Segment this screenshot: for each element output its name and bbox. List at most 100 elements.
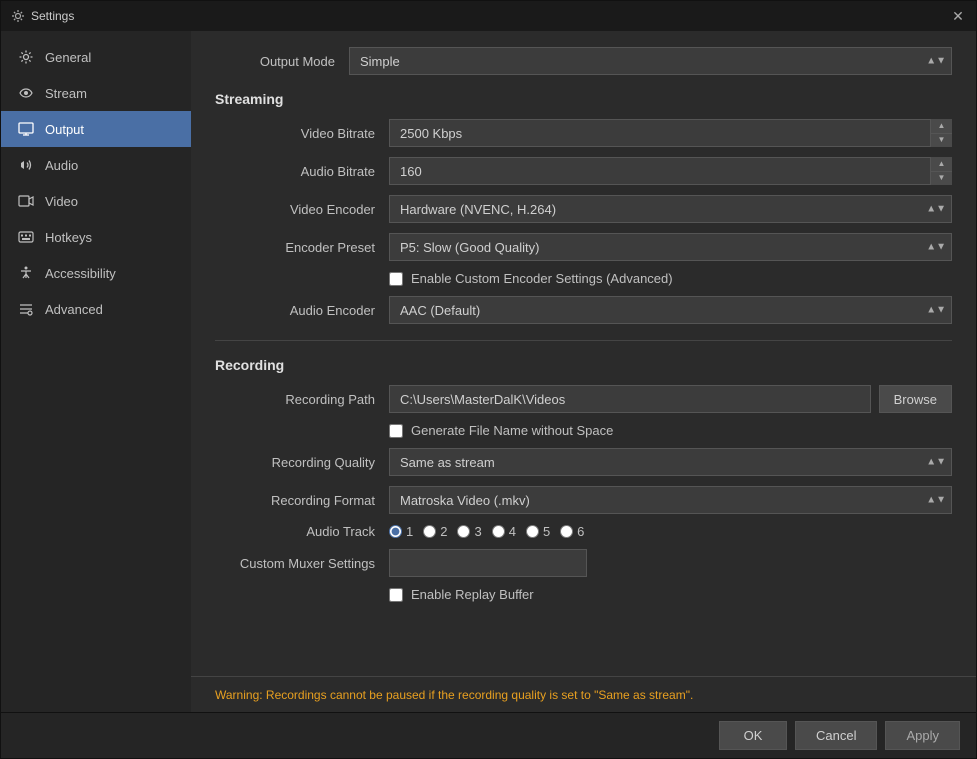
recording-section-header: Recording xyxy=(215,357,952,373)
audio-bitrate-input[interactable] xyxy=(389,157,952,185)
main-content: General Stream xyxy=(1,31,976,712)
track-option-6[interactable]: 6 xyxy=(560,524,584,539)
video-bitrate-row: Video Bitrate ▲ ▼ xyxy=(215,119,952,147)
track-label-2[interactable]: 2 xyxy=(440,524,447,539)
replay-buffer-label[interactable]: Enable Replay Buffer xyxy=(411,587,534,602)
sidebar-stream-label: Stream xyxy=(45,86,87,101)
track-option-1[interactable]: 1 xyxy=(389,524,413,539)
replay-buffer-checkbox[interactable] xyxy=(389,588,403,602)
titlebar-title: Settings xyxy=(11,9,74,23)
recording-format-row: Recording Format Matroska Video (.mkv) M… xyxy=(215,486,952,514)
output-mode-wrapper: Simple Advanced ▲▼ xyxy=(349,47,952,75)
recording-format-wrapper: Matroska Video (.mkv) MPEG-4 (.mp4) FLV … xyxy=(389,486,952,514)
settings-icon xyxy=(11,9,25,23)
recording-path-label: Recording Path xyxy=(215,392,375,407)
recording-path-input[interactable] xyxy=(389,385,871,413)
track-option-4[interactable]: 4 xyxy=(492,524,516,539)
main-inner: Output Mode Simple Advanced ▲▼ Streaming… xyxy=(191,31,976,676)
sidebar-item-video[interactable]: Video xyxy=(1,183,191,219)
cancel-button[interactable]: Cancel xyxy=(795,721,877,750)
replay-buffer-row: Enable Replay Buffer xyxy=(215,587,952,602)
warning-bar: Warning: Recordings cannot be paused if … xyxy=(191,676,976,712)
close-button[interactable]: ✕ xyxy=(950,8,966,24)
encoder-preset-label: Encoder Preset xyxy=(215,240,375,255)
track-label-1[interactable]: 1 xyxy=(406,524,413,539)
ok-button[interactable]: OK xyxy=(719,721,787,750)
track-label-5[interactable]: 5 xyxy=(543,524,550,539)
generate-filename-checkbox[interactable] xyxy=(389,424,403,438)
sidebar-accessibility-label: Accessibility xyxy=(45,266,116,281)
video-encoder-select[interactable]: Hardware (NVENC, H.264) Software (x264) xyxy=(389,195,952,223)
track-option-3[interactable]: 3 xyxy=(457,524,481,539)
track-radio-4[interactable] xyxy=(492,525,505,538)
recording-format-label: Recording Format xyxy=(215,493,375,508)
recording-format-select[interactable]: Matroska Video (.mkv) MPEG-4 (.mp4) FLV … xyxy=(389,486,952,514)
audio-encoder-label: Audio Encoder xyxy=(215,303,375,318)
track-label-4[interactable]: 4 xyxy=(509,524,516,539)
custom-muxer-input[interactable] xyxy=(389,549,587,577)
custom-muxer-row: Custom Muxer Settings xyxy=(215,549,952,577)
recording-quality-wrapper: Same as stream High Quality, Medium File… xyxy=(389,448,952,476)
video-bitrate-wrapper: ▲ ▼ xyxy=(389,119,952,147)
browse-button[interactable]: Browse xyxy=(879,385,952,413)
custom-muxer-wrapper xyxy=(389,549,952,577)
apply-button[interactable]: Apply xyxy=(885,721,960,750)
sidebar-hotkeys-label: Hotkeys xyxy=(45,230,92,245)
track-label-3[interactable]: 3 xyxy=(474,524,481,539)
accessibility-icon xyxy=(17,264,35,282)
video-bitrate-up[interactable]: ▲ xyxy=(931,119,952,134)
sidebar-item-audio[interactable]: Audio xyxy=(1,147,191,183)
sidebar-item-general[interactable]: General xyxy=(1,39,191,75)
audio-encoder-row: Audio Encoder AAC (Default) MP3 Opus ▲▼ xyxy=(215,296,952,324)
audio-encoder-select[interactable]: AAC (Default) MP3 Opus xyxy=(389,296,952,324)
output-mode-select[interactable]: Simple Advanced xyxy=(349,47,952,75)
track-option-2[interactable]: 2 xyxy=(423,524,447,539)
track-label-6[interactable]: 6 xyxy=(577,524,584,539)
recording-quality-select[interactable]: Same as stream High Quality, Medium File… xyxy=(389,448,952,476)
sidebar-item-accessibility[interactable]: Accessibility xyxy=(1,255,191,291)
sidebar-output-label: Output xyxy=(45,122,84,137)
audio-icon xyxy=(17,156,35,174)
track-radio-3[interactable] xyxy=(457,525,470,538)
recording-path-wrapper: Browse xyxy=(389,385,952,413)
track-radio-2[interactable] xyxy=(423,525,436,538)
track-radio-5[interactable] xyxy=(526,525,539,538)
track-radio-6[interactable] xyxy=(560,525,573,538)
sidebar-item-advanced[interactable]: Advanced xyxy=(1,291,191,327)
recording-quality-label: Recording Quality xyxy=(215,455,375,470)
custom-encoder-row: Enable Custom Encoder Settings (Advanced… xyxy=(215,271,952,286)
audio-track-options: 1 2 3 4 xyxy=(389,524,952,539)
gear-icon xyxy=(17,48,35,66)
sidebar-advanced-label: Advanced xyxy=(45,302,103,317)
sidebar-item-output[interactable]: Output xyxy=(1,111,191,147)
video-bitrate-down[interactable]: ▼ xyxy=(931,134,952,148)
audio-bitrate-wrapper: ▲ ▼ xyxy=(389,157,952,185)
titlebar: Settings ✕ xyxy=(1,1,976,31)
output-mode-row: Output Mode Simple Advanced ▲▼ xyxy=(215,47,952,75)
audio-track-label: Audio Track xyxy=(215,524,375,539)
video-bitrate-spinbox: ▲ ▼ xyxy=(930,119,952,147)
audio-bitrate-spinbox: ▲ ▼ xyxy=(930,157,952,185)
video-bitrate-input[interactable] xyxy=(389,119,952,147)
track-option-5[interactable]: 5 xyxy=(526,524,550,539)
audio-bitrate-down[interactable]: ▼ xyxy=(931,172,952,186)
custom-encoder-label[interactable]: Enable Custom Encoder Settings (Advanced… xyxy=(411,271,673,286)
bottom-bar: OK Cancel Apply xyxy=(1,712,976,758)
sidebar-item-hotkeys[interactable]: Hotkeys xyxy=(1,219,191,255)
custom-encoder-checkbox[interactable] xyxy=(389,272,403,286)
video-bitrate-label: Video Bitrate xyxy=(215,126,375,141)
window-title-text: Settings xyxy=(31,9,74,23)
sidebar: General Stream xyxy=(1,31,191,712)
main-panel: Output Mode Simple Advanced ▲▼ Streaming… xyxy=(191,31,976,712)
sidebar-item-stream[interactable]: Stream xyxy=(1,75,191,111)
audio-encoder-wrapper: AAC (Default) MP3 Opus ▲▼ xyxy=(389,296,952,324)
encoder-preset-select[interactable]: P5: Slow (Good Quality) P4: Medium P3: F… xyxy=(389,233,952,261)
audio-track-row: Audio Track 1 2 3 xyxy=(215,524,952,539)
output-mode-label: Output Mode xyxy=(215,54,335,69)
stream-icon xyxy=(17,84,35,102)
custom-muxer-label: Custom Muxer Settings xyxy=(215,556,375,571)
generate-filename-label[interactable]: Generate File Name without Space xyxy=(411,423,613,438)
audio-bitrate-up[interactable]: ▲ xyxy=(931,157,952,172)
warning-text: Warning: Recordings cannot be paused if … xyxy=(215,688,693,702)
track-radio-1[interactable] xyxy=(389,525,402,538)
